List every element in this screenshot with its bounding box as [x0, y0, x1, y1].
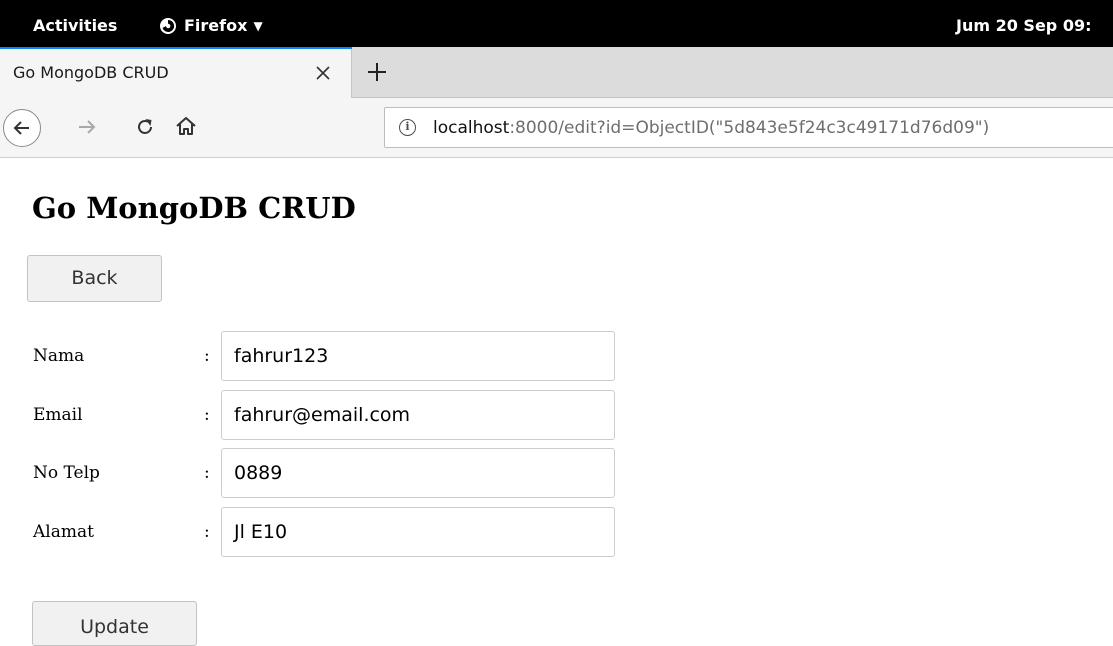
navigation-bar: i localhost:8000/edit?id=ObjectID("5d843… — [0, 98, 1113, 158]
page-title: Go MongoDB CRUD — [32, 191, 356, 225]
field-label: Nama — [33, 346, 85, 366]
nama-input[interactable]: fahrur123 — [221, 331, 615, 381]
field-separator: : — [204, 405, 210, 425]
tab-title: Go MongoDB CRUD — [13, 63, 169, 82]
field-separator: : — [204, 346, 210, 366]
update-button[interactable]: Update — [32, 601, 197, 646]
active-tab-indicator — [0, 47, 352, 49]
close-tab-icon[interactable] — [314, 64, 332, 82]
field-label: No Telp — [33, 463, 100, 483]
field-separator: : — [204, 463, 210, 483]
field-separator: : — [204, 522, 210, 542]
forward-icon[interactable] — [76, 117, 98, 137]
back-nav-button[interactable] — [3, 109, 41, 147]
activities-button[interactable]: Activities — [33, 16, 117, 36]
url-text: localhost:8000/edit?id=ObjectID("5d843e5… — [433, 118, 989, 138]
back-button[interactable]: Back — [27, 255, 162, 302]
info-icon[interactable]: i — [399, 119, 416, 136]
tab-strip: Go MongoDB CRUD — [0, 47, 1113, 98]
clock[interactable]: Jum 20 Sep 09: — [956, 16, 1091, 36]
form-row-no-telp: No Telp : 0889 — [33, 448, 633, 498]
form-row-email: Email : fahrur@email.com — [33, 390, 633, 440]
new-tab-icon[interactable] — [364, 59, 390, 85]
no-telp-input[interactable]: 0889 — [221, 448, 615, 498]
tab-go-mongodb-crud[interactable]: Go MongoDB CRUD — [0, 47, 352, 98]
home-icon[interactable] — [174, 115, 198, 137]
arrow-left-icon — [13, 121, 29, 135]
email-input[interactable]: fahrur@email.com — [221, 390, 615, 440]
app-menu[interactable]: Firefox ▼ — [159, 16, 263, 36]
url-path: :8000/edit?id=ObjectID("5d843e5f24c3c491… — [509, 118, 990, 138]
firefox-icon — [160, 18, 176, 34]
caret-down-icon: ▼ — [253, 19, 263, 33]
reload-icon[interactable] — [134, 116, 156, 138]
app-menu-label: Firefox — [184, 16, 248, 35]
url-bar[interactable]: i localhost:8000/edit?id=ObjectID("5d843… — [384, 107, 1113, 148]
url-host: localhost — [433, 118, 510, 138]
form-row-alamat: Alamat : Jl E10 — [33, 507, 633, 557]
alamat-input[interactable]: Jl E10 — [221, 507, 615, 557]
field-label: Email — [33, 405, 83, 425]
gnome-top-bar: Activities Firefox ▼ Jum 20 Sep 09: — [0, 0, 1113, 47]
form-row-nama: Nama : fahrur123 — [33, 331, 633, 381]
field-label: Alamat — [33, 522, 94, 542]
